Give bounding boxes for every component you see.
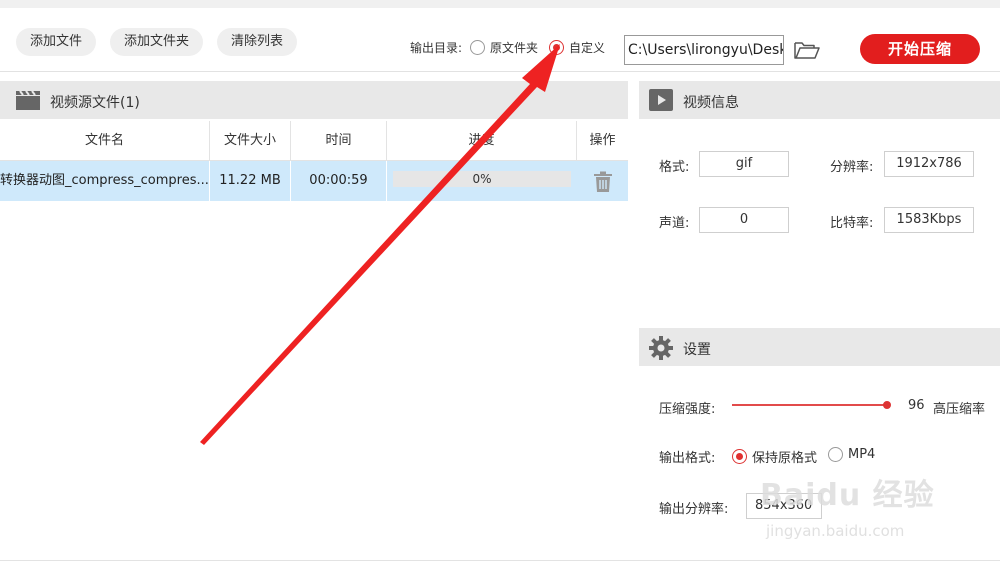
compression-slider-handle[interactable] xyxy=(883,401,891,409)
radio-custom-indicator xyxy=(549,40,564,55)
compression-label: 压缩强度: xyxy=(659,402,716,417)
row-size: 11.22 MB xyxy=(210,161,291,201)
radio-mp4-label: MP4 xyxy=(848,447,876,462)
trash-icon[interactable] xyxy=(593,171,613,197)
output-format-label: 输出格式: xyxy=(659,451,716,466)
compression-desc: 高压缩率 xyxy=(933,402,986,417)
toolbar: 添加文件 添加文件夹 清除列表 输出目录: 原文件夹 自定义 C:\Users\… xyxy=(0,0,1000,72)
file-list-title: 视频源文件(1) xyxy=(50,95,140,111)
start-compress-button[interactable]: 开始压缩 xyxy=(860,34,980,64)
table-row[interactable]: 转换器动图_compress_compres... 11.22 MB 00:00… xyxy=(0,161,628,201)
column-actions: 操作 xyxy=(589,133,616,148)
resolution-label: 分辨率: xyxy=(830,160,874,175)
radio-keep-format[interactable]: 保持原格式 xyxy=(732,447,817,466)
compression-slider[interactable] xyxy=(732,404,887,406)
column-progress[interactable]: 进度 xyxy=(387,121,577,161)
radio-custom-label: 自定义 xyxy=(569,41,606,55)
clear-list-button[interactable]: 清除列表 xyxy=(217,28,298,56)
format-label: 格式: xyxy=(659,160,690,175)
video-info-header: 视频信息 xyxy=(639,81,1000,119)
row-duration: 00:00:59 xyxy=(291,161,387,201)
row-filename: 转换器动图_compress_compres... xyxy=(0,161,210,201)
output-dir-label: 输出目录: xyxy=(410,41,463,55)
settings-title: 设置 xyxy=(683,342,711,358)
baidu-watermark-url: jingyan.baidu.com xyxy=(766,522,905,540)
bitrate-field: 1583Kbps xyxy=(884,207,974,233)
row-progress: 0% xyxy=(472,172,492,186)
radio-source-folder-indicator xyxy=(470,40,485,55)
channel-field: 0 xyxy=(699,207,789,233)
add-file-button[interactable]: 添加文件 xyxy=(16,28,97,56)
radio-mp4[interactable]: MP4 xyxy=(828,447,875,462)
radio-keep-format-label: 保持原格式 xyxy=(752,451,818,466)
output-resolution-label: 输出分辨率: xyxy=(659,502,729,517)
play-icon xyxy=(649,89,673,115)
radio-custom[interactable]: 自定义 xyxy=(549,39,605,56)
film-clapper-icon xyxy=(15,89,41,115)
format-field: gif xyxy=(699,151,789,177)
bottom-divider xyxy=(0,560,1000,561)
channel-label: 声道: xyxy=(659,216,690,231)
table-header: 文件名 文件大小 时间 进度 操作 xyxy=(0,121,628,161)
gear-icon xyxy=(649,336,673,364)
radio-source-folder[interactable]: 原文件夹 xyxy=(470,39,538,56)
radio-mp4-indicator xyxy=(828,447,843,462)
radio-source-folder-label: 原文件夹 xyxy=(490,41,539,55)
column-duration[interactable]: 时间 xyxy=(291,121,387,161)
column-size[interactable]: 文件大小 xyxy=(210,121,291,161)
column-filename[interactable]: 文件名 xyxy=(0,121,210,161)
settings-header: 设置 xyxy=(639,328,1000,366)
compression-value: 96 xyxy=(908,398,925,413)
baidu-watermark-logo: Baidu 经验 xyxy=(760,478,935,513)
resolution-field: 1912x786 xyxy=(884,151,974,177)
file-list-header: 视频源文件(1) xyxy=(0,81,628,119)
video-info-title: 视频信息 xyxy=(683,95,739,111)
output-path-input[interactable]: C:\Users\lirongyu\Desk xyxy=(624,35,784,65)
radio-keep-format-indicator xyxy=(732,449,747,464)
bitrate-label: 比特率: xyxy=(830,216,874,231)
add-folder-button[interactable]: 添加文件夹 xyxy=(110,28,204,56)
folder-open-icon[interactable] xyxy=(793,39,821,65)
